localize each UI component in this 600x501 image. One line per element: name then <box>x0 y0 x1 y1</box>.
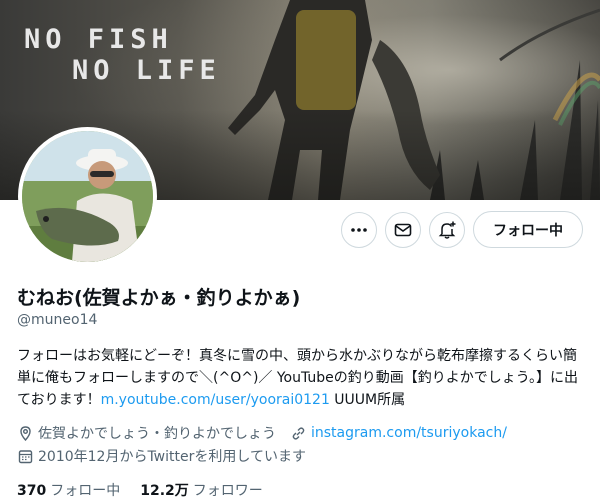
banner-text-line1: NO FISH <box>24 24 173 55</box>
notify-button[interactable] <box>429 212 465 248</box>
mail-icon <box>394 223 412 237</box>
following-button[interactable]: フォロー中 <box>473 211 583 248</box>
more-button[interactable] <box>341 212 377 248</box>
profile-bio: フォローはお気軽にどーぞ！真冬に雪の中、頭から水かぶりながら乾布摩擦するくらい簡… <box>17 345 587 411</box>
calendar-icon <box>17 448 34 465</box>
followers-label: フォロワー <box>192 483 263 499</box>
banner-text-line2: NO LIFE <box>72 55 221 86</box>
follow-counts: 370 フォロー中 12.2万 フォロワー <box>17 480 263 500</box>
more-icon <box>351 228 367 232</box>
bio-youtube-link[interactable]: m.youtube.com/user/yoorai0121 <box>101 392 330 408</box>
location-text: 佐賀よかでしょう・釣りよかでしょう <box>38 426 276 442</box>
link-icon <box>290 425 307 442</box>
profile-meta-row: 佐賀よかでしょう・釣りよかでしょう instagram.com/tsuriyok… <box>17 423 507 443</box>
following-label: フォロー中 <box>50 483 121 499</box>
avatar[interactable] <box>18 127 157 266</box>
message-button[interactable] <box>385 212 421 248</box>
joined-row: 2010年12月からTwitterを利用しています <box>17 446 306 466</box>
display-name: むねお(佐賀よかぁ・釣りよかぁ) <box>17 287 301 309</box>
website-link[interactable]: instagram.com/tsuriyokach/ <box>311 425 507 441</box>
joined-text: 2010年12月からTwitterを利用しています <box>38 449 306 465</box>
bell-plus-icon <box>438 221 456 239</box>
avatar-photo <box>22 131 153 262</box>
following-stat[interactable]: 370 フォロー中 <box>17 480 120 500</box>
bio-suffix: UUUM所属 <box>329 392 406 408</box>
followers-stat[interactable]: 12.2万 フォロワー <box>140 480 263 500</box>
following-count: 370 <box>17 483 47 499</box>
user-handle: @muneo14 <box>17 312 98 328</box>
followers-count: 12.2万 <box>140 483 189 499</box>
location-icon <box>17 425 34 442</box>
